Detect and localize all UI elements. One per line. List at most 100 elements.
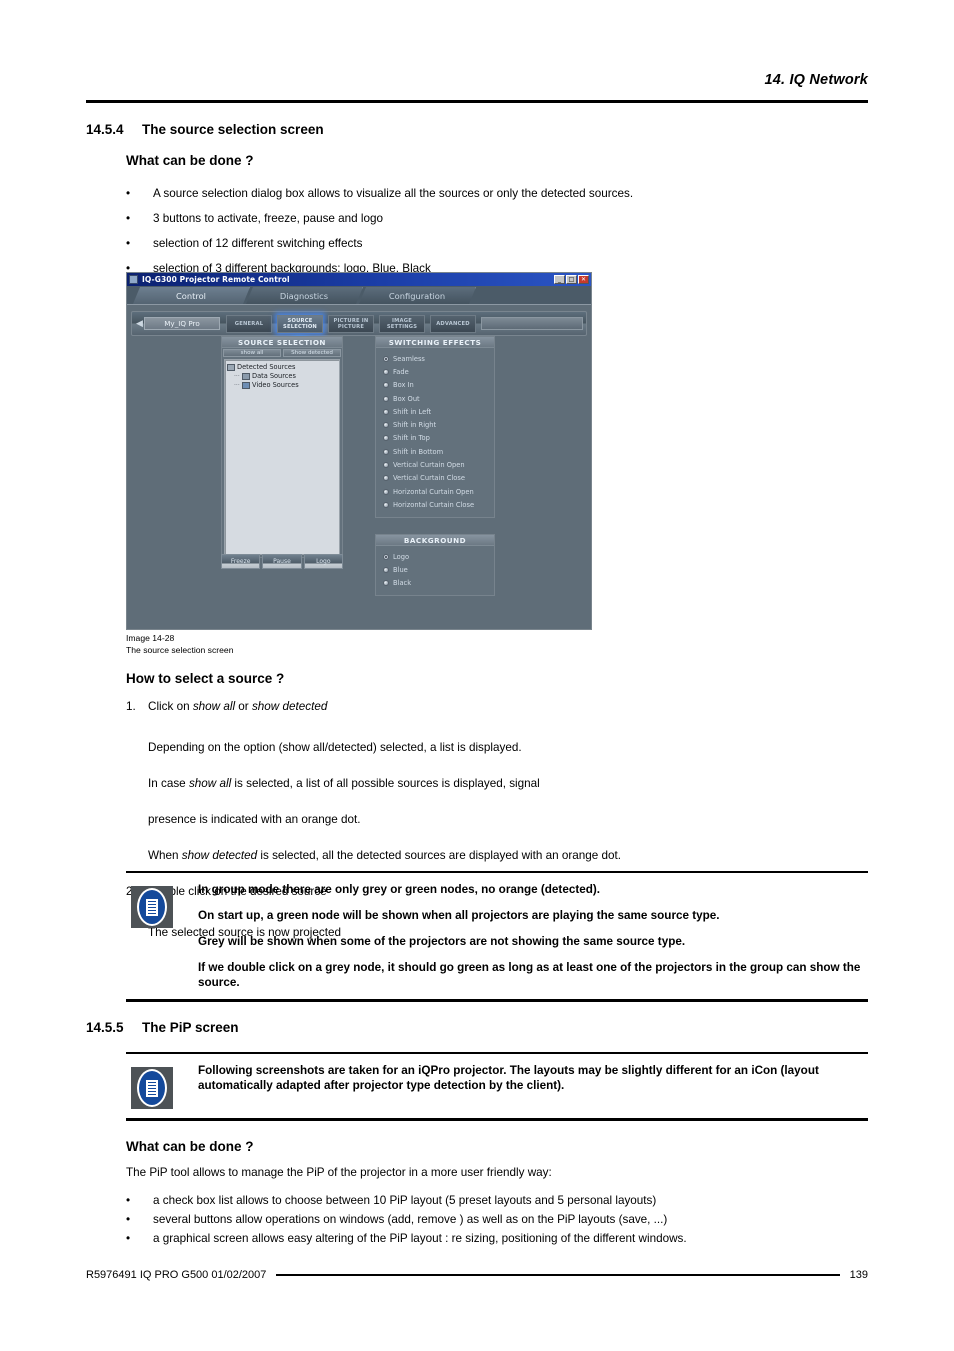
page-header: 14. IQ Network [86,72,868,88]
radio-box-out[interactable]: Box Out [383,392,494,405]
tree-twisty-icon[interactable]: ··· [234,381,242,390]
app-titlebar: IQ-G300 Projector Remote Control _ □ ✕ [127,273,591,286]
toolbar-button-general[interactable]: GENERAL [226,314,272,333]
radio-background-blue[interactable]: Blue [383,563,494,576]
footer-doc-info: R5976491 IQ PRO G500 01/02/2007 [86,1269,267,1281]
radio-shift-in-left[interactable]: Shift in Left [383,405,494,418]
panel-source-selection: SOURCE SELECTION show all Show detected … [221,336,343,558]
note-icon-page [146,1079,158,1097]
radio-vertical-curtain-open[interactable]: Vertical Curtain Open [383,458,494,471]
radio-vertical-curtain-close[interactable]: Vertical Curtain Close [383,472,494,485]
note-text: Following screenshots are taken for an i… [176,1063,868,1109]
radio-shift-in-top[interactable]: Shift in Top [383,432,494,445]
radio-label: Blue [393,565,408,574]
panel-title-switching-effects: SWITCHING EFFECTS [376,337,494,348]
tab-diagnostics[interactable]: Diagnostics [246,287,363,304]
list-item-detail: When show detected is selected, all the … [148,849,621,862]
subheading-what-can-be-done-2: What can be done ? [126,1139,254,1154]
toolbar-filler [481,317,583,330]
show-detected-button[interactable]: Show detected [283,349,341,357]
panel-switching-effects: SWITCHING EFFECTS Seamless Fade Box In B… [375,336,495,518]
list-item: • 3 buttons to activate, freeze, pause a… [126,210,866,228]
radio-button-icon [383,355,389,362]
radio-label: Box In [393,381,414,390]
tab-configuration[interactable]: Configuration [359,287,476,304]
radio-background-black[interactable]: Black [383,577,494,590]
logo-button[interactable]: Logo [303,554,343,569]
radio-background-logo[interactable]: Logo [383,550,494,563]
list-item-label: several buttons allow operations on wind… [153,1213,668,1226]
tree-node-label: Data Sources [252,372,296,380]
radio-fade[interactable]: Fade [383,365,494,378]
close-button[interactable]: ✕ [578,275,589,284]
radio-shift-in-bottom[interactable]: Shift in Bottom [383,445,494,458]
panel-background: BACKGROUND Logo Blue Black [375,534,495,596]
radio-button-icon [383,448,389,455]
toolbar-button-picture-in-picture[interactable]: PICTURE IN PICTURE [328,314,374,333]
toolbar-button-source-selection[interactable]: SOURCE SELECTION [277,314,323,341]
tree-node-detected-sources[interactable]: Detected Sources [227,363,337,372]
note-icon-ellipse [137,888,167,927]
freeze-button[interactable]: Freeze [221,554,261,569]
list-item: • a check box list allows to choose betw… [126,1192,866,1210]
note-icon-wrap [126,882,176,990]
show-all-button[interactable]: show all [223,349,281,357]
radio-button-icon [383,566,389,573]
tree-node-label: Video Sources [252,381,299,389]
subheading-what-can-be-done-1: What can be done ? [126,153,254,168]
note-line: Grey will be shown when some of the proj… [198,935,686,949]
footer-page-number: 139 [849,1269,868,1281]
background-radio-group: Logo Blue Black [376,546,494,595]
source-tree[interactable]: Detected Sources ··· Data Sources ··· Vi… [224,359,340,555]
toolbar-button-image-settings[interactable]: IMAGE SETTINGS [379,314,425,333]
note-bottom-divider [126,999,868,1002]
list-item: • a graphical screen allows easy alterin… [126,1230,866,1248]
radio-button-icon [383,501,389,508]
radio-horizontal-curtain-open[interactable]: Horizontal Curtain Open [383,485,494,498]
radio-shift-in-right[interactable]: Shift in Right [383,418,494,431]
maximize-button[interactable]: □ [566,275,577,284]
radio-box-in[interactable]: Box In [383,379,494,392]
bullet-dot-icon: • [126,1194,131,1207]
radio-button-icon [383,435,389,442]
toolbar-button-advanced[interactable]: ADVANCED [430,314,476,333]
tree-node-data-sources[interactable]: ··· Data Sources [227,372,337,381]
note-icon-ellipse [137,1069,167,1108]
radio-button-icon [383,395,389,402]
bullet-list-pip: • a check box list allows to choose betw… [126,1192,866,1249]
note-line: In group mode there are only grey or gre… [198,883,600,897]
pause-button[interactable]: Pause [262,554,302,569]
note-bottom-divider [126,1118,868,1121]
section-heading-14-5-5: 14.5.5 The PiP screen [86,1020,239,1035]
toolbar-back-arrow-icon[interactable]: ◀ [135,319,144,329]
minimize-button[interactable]: _ [554,275,565,284]
toolbar-button-label-line2: SELECTION [283,323,317,330]
pip-intro-paragraph: The PiP tool allows to manage the PiP of… [126,1166,552,1179]
bullet-dot-icon: • [126,237,131,250]
section-heading-14-5-4: 14.5.4 The source selection screen [86,122,324,137]
radio-label: Black [393,579,412,588]
tab-control[interactable]: Control [133,287,250,304]
radio-seamless[interactable]: Seamless [383,352,494,365]
list-item-label: Click on show all or show detected [148,700,328,713]
bullet-dot-icon: • [126,1232,131,1245]
tree-node-video-sources[interactable]: ··· Video Sources [227,381,337,390]
section-number: 14.5.5 [86,1020,124,1035]
note-box-group-mode: In group mode there are only grey or gre… [126,871,868,1002]
list-item: • A source selection dialog box allows t… [126,185,866,203]
radio-label: Horizontal Curtain Close [393,500,475,509]
radio-button-icon [383,422,389,429]
tree-twisty-icon[interactable]: ··· [234,372,242,381]
toolbar-button-label-line1: GENERAL [234,320,264,327]
note-body: Following screenshots are taken for an i… [126,1054,868,1118]
radio-button-icon [383,368,389,375]
radio-label: Seamless [393,354,425,363]
note-line: If we double click on a grey node, it sh… [198,961,861,990]
section-title: The PiP screen [142,1020,239,1035]
projector-name-field[interactable]: My_IQ Pro [144,317,220,330]
radio-horizontal-curtain-close[interactable]: Horizontal Curtain Close [383,498,494,511]
radio-button-icon [383,475,389,482]
section-title: The source selection screen [142,122,324,137]
toolbar-button-label-line1: ADVANCED [436,320,470,327]
